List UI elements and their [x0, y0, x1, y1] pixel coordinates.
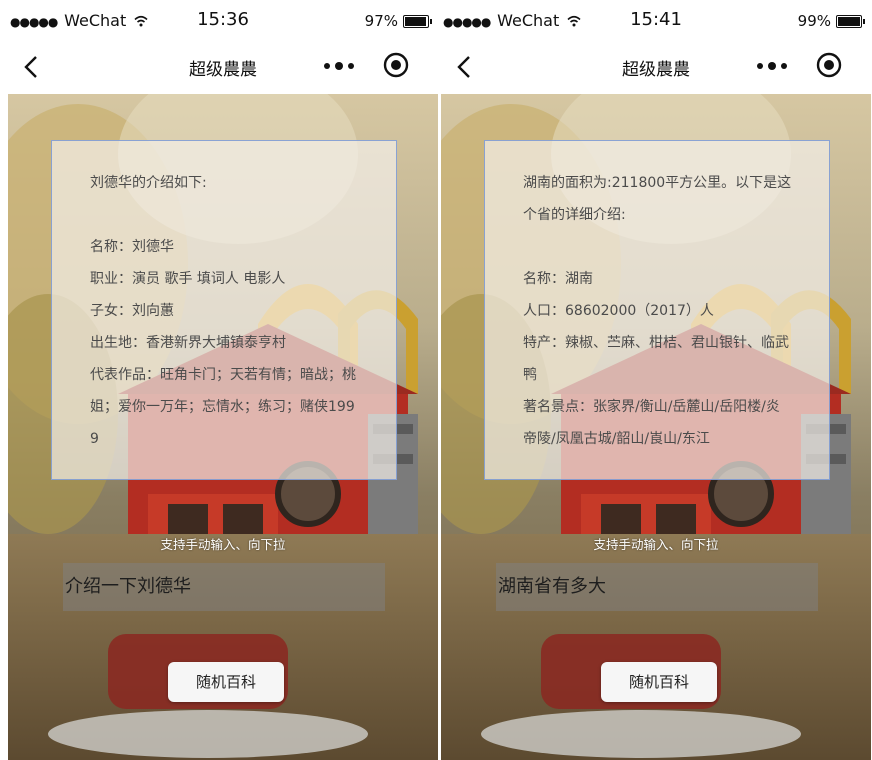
- question-input[interactable]: 湖南省有多大: [496, 563, 818, 611]
- random-encyclopedia-button[interactable]: 随机百科: [168, 662, 284, 702]
- answer-line: 著名景点：张家界/衡山/岳麓山/岳阳楼/炎帝陵/凤凰古城/韶山/崀山/东江: [523, 399, 780, 447]
- content-area: 湖南的面积为:211800平方公里。以下是这个省的详细介绍: 名称：湖南人口：68…: [441, 94, 871, 760]
- battery-status: 97%: [365, 12, 432, 30]
- question-input[interactable]: 介绍一下刘德华: [63, 563, 385, 611]
- nav-title: 超级農農: [622, 60, 690, 80]
- more-options-icon[interactable]: [321, 58, 357, 74]
- answer-line: 湖南的面积为:211800平方公里。以下是这个省的详细介绍:: [523, 175, 792, 223]
- status-bar: ●●●●● WeChat 15:41 99%: [441, 0, 871, 40]
- answer-line: 人口：68602000（2017）人: [523, 303, 714, 319]
- input-hint: 支持手动输入、向下拉: [160, 537, 286, 552]
- status-bar: ●●●●● WeChat 15:36 97%: [8, 0, 438, 40]
- answer-line: 特产：辣椒、苎麻、柑桔、君山银针、临武鸭: [523, 335, 789, 383]
- answer-line: 子女：刘向蕙: [90, 303, 174, 319]
- battery-percent: 99%: [797, 12, 831, 30]
- answer-line: 刘德华的介绍如下:: [90, 175, 207, 191]
- battery-icon: [403, 14, 429, 28]
- random-encyclopedia-button[interactable]: 随机百科: [601, 662, 717, 702]
- battery-status: 99%: [798, 12, 865, 30]
- answer-text: 湖南的面积为:211800平方公里。以下是这个省的详细介绍: 名称：湖南人口：68…: [523, 167, 793, 455]
- nav-title: 超级農農: [189, 60, 257, 80]
- phone-screen-right: ●●●●● WeChat 15:41 99% 超级農農 湖南的面积为:21180…: [441, 0, 871, 760]
- close-miniprogram-icon[interactable]: [382, 51, 410, 79]
- answer-line: 职业：演员 歌手 填词人 电影人: [90, 271, 286, 287]
- content-area: 刘德华的介绍如下: 名称：刘德华职业：演员 歌手 填词人 电影人 子女：刘向蕙出生地…: [8, 94, 438, 760]
- input-hint: 支持手动输入、向下拉: [593, 537, 719, 552]
- answer-card: 湖南的面积为:211800平方公里。以下是这个省的详细介绍: 名称：湖南人口：68…: [484, 140, 830, 480]
- phone-screen-left: ●●●●● WeChat 15:36 97% 超级農農 刘德华的介绍如下: 名称…: [8, 0, 438, 760]
- answer-line: 代表作品：旺角卡门；天若有情；暗战；桃姐；爱你一万年；忘情水；练习；赌侠1999: [90, 367, 356, 447]
- answer-card: 刘德华的介绍如下: 名称：刘德华职业：演员 歌手 填词人 电影人 子女：刘向蕙出生地…: [51, 140, 397, 480]
- answer-line: [523, 231, 793, 263]
- answer-line: [90, 199, 360, 231]
- nav-bar: 超级農農: [8, 40, 438, 94]
- answer-line: 名称：湖南: [523, 271, 593, 287]
- answer-line: 出生地：香港新界大埔镇泰亨村: [90, 335, 286, 351]
- close-miniprogram-icon[interactable]: [815, 51, 843, 79]
- nav-bar: 超级農農: [441, 40, 871, 94]
- answer-line: 名称：刘德华: [90, 239, 174, 255]
- more-options-icon[interactable]: [754, 58, 790, 74]
- battery-icon: [836, 14, 862, 28]
- answer-text: 刘德华的介绍如下: 名称：刘德华职业：演员 歌手 填词人 电影人 子女：刘向蕙出生地…: [90, 167, 360, 455]
- battery-percent: 97%: [364, 12, 398, 30]
